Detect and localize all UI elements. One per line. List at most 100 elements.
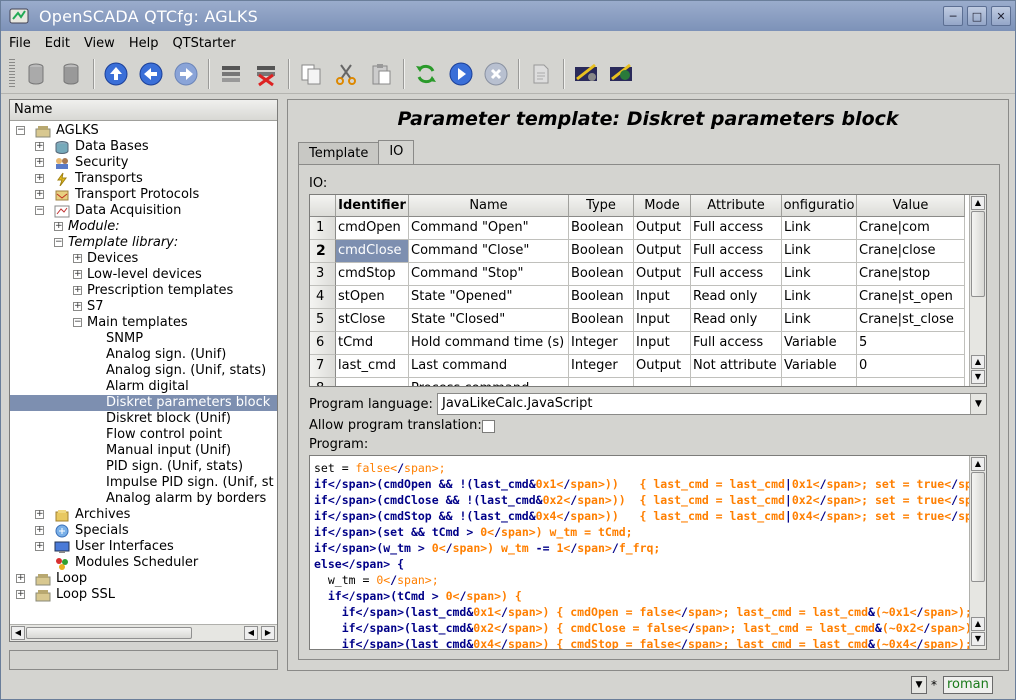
tree-item[interactable]: + Low-level devices <box>10 267 277 283</box>
table-cell[interactable]: Integer <box>569 355 634 378</box>
tree-item[interactable]: + Data Bases <box>10 139 277 155</box>
column-header[interactable]: Attribute <box>691 195 782 217</box>
current-user[interactable]: roman <box>943 676 993 694</box>
column-header[interactable]: Mode <box>634 195 691 217</box>
collapse-icon[interactable]: − <box>16 126 25 135</box>
scroll-thumb[interactable] <box>26 627 192 639</box>
stop-icon[interactable] <box>481 59 511 89</box>
collapse-icon[interactable]: − <box>35 206 44 215</box>
chevron-down-icon[interactable]: ▼ <box>911 676 927 694</box>
table-cell[interactable]: Link <box>782 240 857 263</box>
row-number[interactable]: 8 <box>310 378 336 386</box>
collapse-icon[interactable]: − <box>73 318 82 327</box>
table-cell[interactable] <box>691 378 782 386</box>
expand-icon[interactable]: + <box>73 270 82 279</box>
table-cell[interactable]: Not attribute <box>691 355 782 378</box>
table-cell[interactable]: stClose <box>336 309 409 332</box>
table-cell[interactable]: cmdClose <box>336 240 409 263</box>
table-cell[interactable]: Last command <box>409 355 569 378</box>
expand-icon[interactable]: + <box>35 542 44 551</box>
tree-item[interactable]: − Main templates <box>10 315 277 331</box>
navigation-tree[interactable]: − AGLKS + Data Bases + Security + Transports + Tr… <box>10 121 277 624</box>
expand-icon[interactable]: + <box>73 254 82 263</box>
table-cell[interactable]: Full access <box>691 263 782 286</box>
table-cell[interactable] <box>569 378 634 386</box>
chevron-down-icon[interactable]: ▼ <box>970 394 986 414</box>
scroll-up-arrow[interactable]: ▲ <box>971 457 985 471</box>
tree-item[interactable]: + User Interfaces <box>10 539 277 555</box>
forward-icon[interactable] <box>171 59 201 89</box>
tree-item[interactable]: Manual input (Unif) <box>10 443 277 459</box>
column-header[interactable]: Name <box>409 195 569 217</box>
tree-item[interactable]: + Prescription templates <box>10 283 277 299</box>
scroll-down-arrow[interactable]: ▼ <box>971 370 985 384</box>
expand-icon[interactable]: + <box>73 286 82 295</box>
scroll-up-arrow-2[interactable]: ▲ <box>971 355 985 369</box>
menu-file[interactable]: File <box>9 36 31 51</box>
start-icon[interactable] <box>446 59 476 89</box>
row-number[interactable]: 4 <box>310 286 336 309</box>
back-icon[interactable] <box>136 59 166 89</box>
row-number[interactable]: 2 <box>310 240 336 263</box>
tree-item[interactable]: Diskret parameters block <box>10 395 277 411</box>
table-cell[interactable]: stOpen <box>336 286 409 309</box>
expand-icon[interactable]: + <box>35 190 44 199</box>
tree-item[interactable]: + Transport Protocols <box>10 187 277 203</box>
tree-item[interactable]: Impulse PID sign. (Unif, st <box>10 475 277 491</box>
tree-item[interactable]: Modules Scheduler <box>10 555 277 571</box>
table-cell[interactable]: tCmd <box>336 332 409 355</box>
tree-item[interactable]: + Module: <box>10 219 277 235</box>
toolbar-grip[interactable] <box>9 58 15 89</box>
table-cell[interactable] <box>857 378 965 386</box>
program-text[interactable]: set = false</span>; if</span>(cmdOpen && … <box>314 460 986 649</box>
table-cell[interactable]: Full access <box>691 332 782 355</box>
table-cell[interactable]: Input <box>634 286 691 309</box>
io-table[interactable]: 1 cmdOpen Command "Open" Boolean Output Full … <box>309 194 987 387</box>
tree-item[interactable]: − Template library: <box>10 235 277 251</box>
item-delete-icon[interactable] <box>251 59 281 89</box>
tab-io[interactable]: IO <box>378 140 415 164</box>
up-icon[interactable] <box>101 59 131 89</box>
expand-icon[interactable]: + <box>16 590 25 599</box>
tree-item[interactable]: + Loop <box>10 571 277 587</box>
tree-item[interactable]: SNMP <box>10 331 277 347</box>
tree-item[interactable]: Analog alarm by borders <box>10 491 277 507</box>
table-cell[interactable]: Integer <box>569 332 634 355</box>
scroll-thumb[interactable] <box>971 211 985 297</box>
expand-icon[interactable]: + <box>35 510 44 519</box>
table-cell[interactable]: Variable <box>782 332 857 355</box>
tree-item[interactable]: − AGLKS <box>10 123 277 139</box>
table-cell[interactable]: Link <box>782 286 857 309</box>
table-cell[interactable]: 5 <box>857 332 965 355</box>
program-language-select[interactable]: JavaLikeCalc.JavaScript ▼ <box>437 393 987 415</box>
db-load-icon[interactable] <box>21 59 51 89</box>
row-number[interactable]: 6 <box>310 332 336 355</box>
tab-template[interactable]: Template <box>298 142 380 164</box>
table-cell[interactable]: State "Closed" <box>409 309 569 332</box>
table-corner[interactable] <box>310 195 336 217</box>
io-table-vertical-scrollbar[interactable]: ▲ ▲ ▼ <box>969 195 986 386</box>
table-cell[interactable]: Crane|st_close <box>857 309 965 332</box>
table-cell[interactable]: Boolean <box>569 286 634 309</box>
menu-view[interactable]: View <box>84 36 115 51</box>
table-cell[interactable]: 0 <box>857 355 965 378</box>
table-cell[interactable]: Output <box>634 217 691 240</box>
table-cell[interactable]: Read only <box>691 286 782 309</box>
table-cell[interactable]: Full access <box>691 240 782 263</box>
close-button[interactable]: ✕ <box>991 6 1011 26</box>
row-number[interactable]: 3 <box>310 263 336 286</box>
item-add-icon[interactable] <box>216 59 246 89</box>
table-cell[interactable]: Process command <box>409 378 569 386</box>
table-cell[interactable]: Boolean <box>569 309 634 332</box>
row-number[interactable]: 1 <box>310 217 336 240</box>
table-cell[interactable]: Command "Close" <box>409 240 569 263</box>
program-vertical-scrollbar[interactable]: ▲ ▲ ▼ <box>969 456 986 649</box>
copy-icon[interactable] <box>296 59 326 89</box>
tree-item[interactable]: + Devices <box>10 251 277 267</box>
table-cell[interactable]: Link <box>782 263 857 286</box>
table-cell[interactable]: Read only <box>691 309 782 332</box>
scroll-thumb[interactable] <box>971 472 985 582</box>
info-icon[interactable] <box>526 59 556 89</box>
tree-item[interactable]: + Archives <box>10 507 277 523</box>
expand-icon[interactable]: + <box>35 142 44 151</box>
